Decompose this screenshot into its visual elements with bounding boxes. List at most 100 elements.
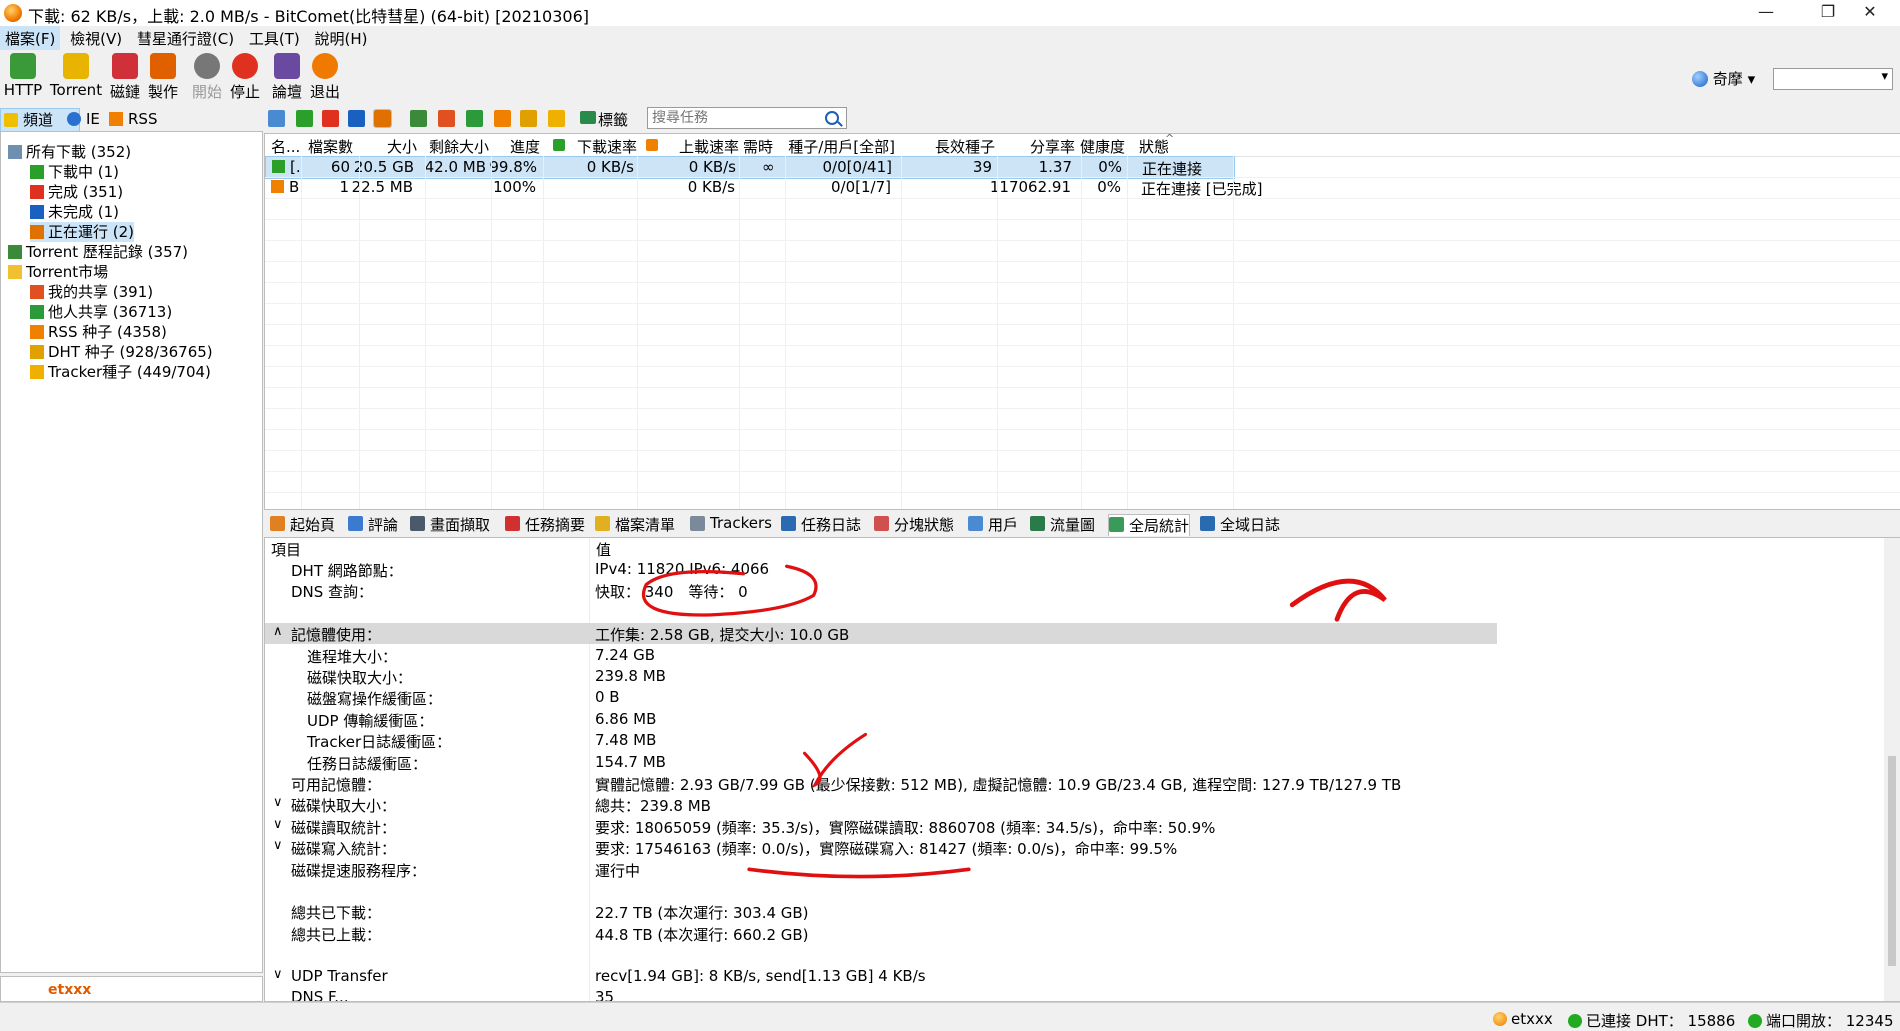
magnet-button[interactable]: 磁鏈 <box>108 53 142 102</box>
tab-trackers[interactable]: Trackers <box>690 514 772 532</box>
menu-file[interactable]: 檔案(F) <box>0 26 61 51</box>
tab-home-page[interactable]: 起始頁 <box>270 514 335 535</box>
tree-item[interactable]: 所有下載 (352) <box>8 142 131 162</box>
rss-filter-icon[interactable] <box>494 110 511 127</box>
tab-task-summary[interactable]: 任務摘要 <box>505 514 585 535</box>
tree-item[interactable]: 下載中 (1) <box>30 162 119 182</box>
menu-help[interactable]: 說明(H) <box>310 26 373 51</box>
task-cell-remaining: 42.0 MB <box>424 158 486 176</box>
tree-item[interactable]: 未完成 (1) <box>30 202 119 222</box>
column-header[interactable]: 檔案數 <box>308 136 353 157</box>
search-icon[interactable] <box>825 111 839 125</box>
stats-scrollbar[interactable] <box>1884 538 1900 1001</box>
ie-icon <box>67 112 81 126</box>
history-icon <box>8 245 22 259</box>
tree-item[interactable]: Torrent市場 <box>8 262 108 282</box>
tab-label: 全局統計 <box>1129 517 1190 535</box>
top-right-select[interactable]: ▾ <box>1773 68 1893 90</box>
status-user[interactable]: etxxx <box>1493 1010 1553 1028</box>
exit-button[interactable]: 退出 <box>308 53 342 102</box>
column-header[interactable]: 下載速率 <box>577 136 637 157</box>
bitcomet-app-icon <box>4 4 22 22</box>
column-header[interactable]: 長效種子 <box>935 136 995 157</box>
status-port[interactable]: 端口開放： 12345 <box>1748 1010 1894 1031</box>
download-filter-icon[interactable] <box>296 110 313 127</box>
minimize-button[interactable]: — <box>1736 0 1796 26</box>
column-header[interactable]: 大小 <box>387 136 417 157</box>
make-torrent-button[interactable]: 製作 <box>146 53 180 102</box>
tab-comment[interactable]: 評論 <box>348 514 398 535</box>
incomplete-filter-icon[interactable] <box>348 110 365 127</box>
all-downloads-icon <box>8 145 22 159</box>
user-account[interactable]: 奇摩 ▾ <box>1692 68 1755 89</box>
task-row[interactable]: [. 60 20.5 GB 42.0 MB 99.8% 0 KB/s 0 KB/s ∞ 0/0[… <box>265 156 1235 179</box>
tree-item[interactable]: 正在運行 (2) <box>30 222 135 242</box>
column-header[interactable]: 名... <box>271 136 300 157</box>
tab-rss[interactable]: RSS <box>106 108 182 130</box>
status-dht[interactable]: 已連接 DHT： 15886 <box>1568 1010 1735 1031</box>
menu-tools[interactable]: 工具(T) <box>244 26 305 51</box>
task-row[interactable]: B 1 22.5 MB 100% 0 KB/s 0/0[1/7] 117062.91 0% 正在… <box>265 177 1262 198</box>
magnet-label: 磁鏈 <box>109 83 140 101</box>
tracker-seed-icon <box>30 365 44 379</box>
tab-file-list[interactable]: 檔案清單 <box>595 514 675 535</box>
tab-label: 任務日誌 <box>801 516 862 534</box>
torrent-open-icon <box>63 53 89 79</box>
tree-item[interactable]: Torrent 歷程記錄 (357) <box>8 242 188 262</box>
torrent-open-button[interactable]: Torrent <box>48 53 104 99</box>
scrollbar-thumb[interactable] <box>1888 756 1896 966</box>
tree-item[interactable]: RSS 种子 (4358) <box>30 322 167 342</box>
column-header[interactable]: 需時 <box>743 136 773 157</box>
http-download-button[interactable]: HTTP <box>2 53 44 99</box>
column-gridline <box>901 156 902 509</box>
check-mark-virtual <box>803 732 868 789</box>
trackers-icon <box>690 516 705 531</box>
others-share-filter-icon[interactable] <box>466 110 483 127</box>
tree-item[interactable]: 他人共享 (36713) <box>30 302 172 322</box>
new-task-icon[interactable] <box>268 110 285 127</box>
tab-screenshot[interactable]: 畫面擷取 <box>410 514 490 535</box>
tab-peers[interactable]: 用戶 <box>968 514 1018 535</box>
tree-item[interactable]: 完成 (351) <box>30 182 123 202</box>
tag-button-label[interactable]: 標籤 <box>598 109 628 130</box>
running-filter-icon[interactable] <box>373 109 392 128</box>
window-title: 下載: 62 KB/s，上載: 2.0 MB/s - BitComet(比特彗星… <box>28 7 590 26</box>
tab-piece-status[interactable]: 分塊狀態 <box>874 514 954 535</box>
completed-filter-icon[interactable] <box>322 110 339 127</box>
tab-traffic-chart[interactable]: 流量圖 <box>1030 514 1095 535</box>
column-header[interactable]: 健康度 <box>1080 136 1125 157</box>
column-header[interactable]: 種子/用戶[全部] <box>788 136 895 157</box>
column-gridline <box>301 156 302 509</box>
column-header[interactable]: 剩餘大小 <box>429 136 489 157</box>
tracker-filter-icon[interactable] <box>548 110 565 127</box>
user-name: 奇摩 <box>1712 70 1743 88</box>
column-header[interactable]: 分享率 <box>1030 136 1075 157</box>
tag-icon[interactable] <box>580 111 596 124</box>
history-filter-icon[interactable] <box>410 110 427 127</box>
search-input[interactable] <box>648 108 824 128</box>
start-button[interactable]: 開始 <box>190 53 224 102</box>
column-header[interactable]: 上載速率 <box>679 136 739 157</box>
tree-item[interactable]: Tracker種子 (449/704) <box>30 362 211 382</box>
magnet-icon <box>112 53 138 79</box>
dht-filter-icon[interactable] <box>520 110 537 127</box>
close-button[interactable]: ✕ <box>1840 0 1900 26</box>
tab-global-stats[interactable]: 全局統計 <box>1108 514 1191 536</box>
share-filter-icon[interactable] <box>438 110 455 127</box>
forum-button[interactable]: 論壇 <box>270 53 304 102</box>
tab-ie-label: IE <box>86 110 100 128</box>
tree-item-label: DHT 种子 (928/36765) <box>48 343 213 361</box>
menu-view[interactable]: 檢視(V) <box>65 26 127 51</box>
tree-item-label: RSS 种子 (4358) <box>48 323 167 341</box>
tree-item[interactable]: 我的共享 (391) <box>30 282 153 302</box>
search-box[interactable] <box>647 107 847 129</box>
menu-comet-pass[interactable]: 彗星通行證(C) <box>132 26 239 51</box>
stop-button[interactable]: 停止 <box>228 53 262 102</box>
footer-username[interactable]: etxxx <box>48 982 91 998</box>
row-gridline <box>265 429 1900 430</box>
port-open-icon <box>1748 1014 1762 1028</box>
tree-item[interactable]: DHT 种子 (928/36765) <box>30 342 213 362</box>
column-header[interactable]: 進度 <box>510 136 540 157</box>
tab-task-log[interactable]: 任務日誌 <box>781 514 861 535</box>
tab-global-log[interactable]: 全域日誌 <box>1200 514 1280 535</box>
